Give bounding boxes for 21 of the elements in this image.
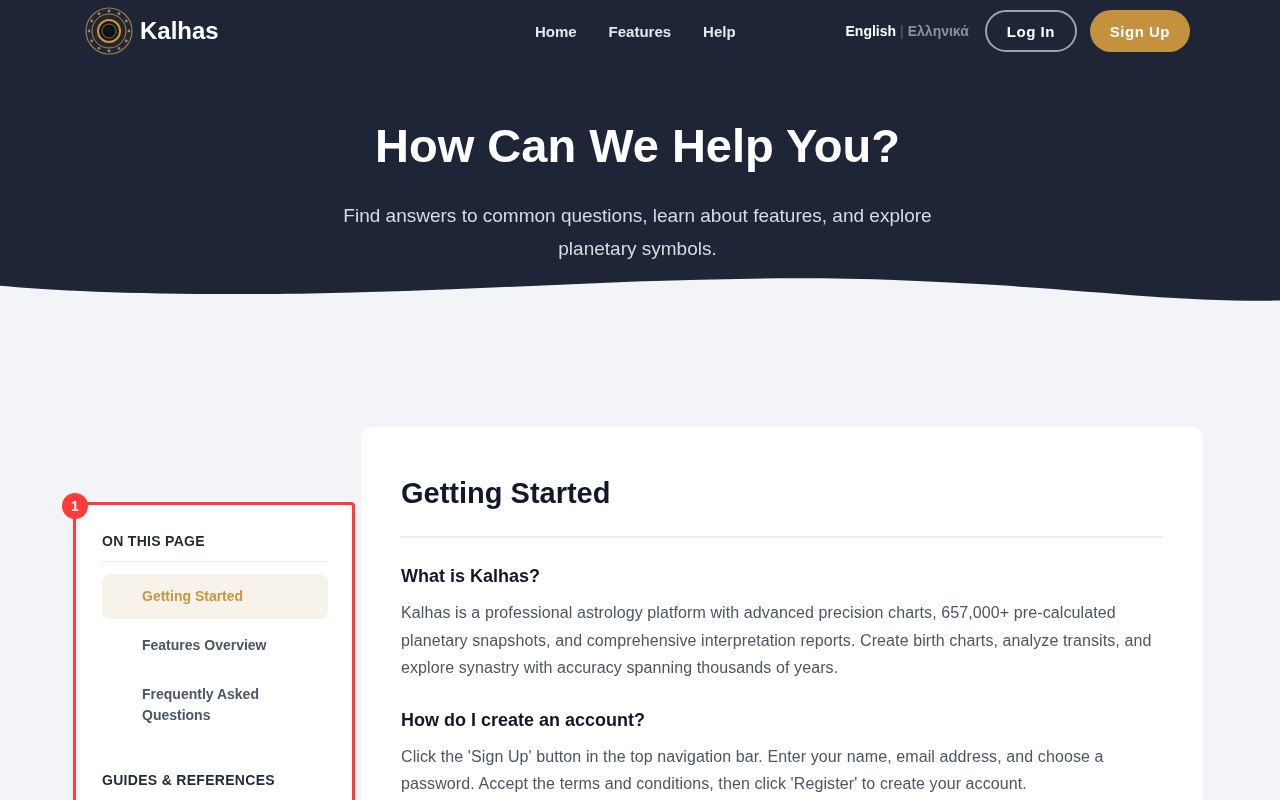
section-title: Getting Started [401,477,1163,538]
question-heading: What is Kalhas? [401,566,542,587]
section-heading: ON THIS PAGE [102,533,328,562]
nav-link[interactable]: Features [608,22,672,40]
language-separator: | [900,23,904,39]
hero-title: How Can We Help You? [375,118,900,173]
language-link[interactable]: Ελληνικά [907,23,969,39]
brand-name[interactable]: Kalhas [140,17,219,45]
annotation-badge: 1 [62,493,88,519]
zodiac-wheel-icon [85,7,133,55]
answer-text: Kalhas is a professional astrology platform with advanced precision charts, 657,000+ pre-calculated planetary snapshots, and comprehensive interpretation reports. Create birth charts, analyze transits, and explore synastry with accuracy spanning thousands of years. [401,603,1153,678]
answer-text: Click the 'Sign Up' button in the top navigation bar. Enter your name, email address, and choose a password. Accept the terms and conditions, then click 'Register' to create your account. [401,746,1105,794]
language-link[interactable]: English [845,23,897,39]
nav-link[interactable]: Home [534,22,577,40]
sidebar-link[interactable]: Frequently Asked Questions [102,672,328,738]
sidebar-link[interactable]: Features Overview [102,623,328,668]
question-heading: How do I create an account? [401,709,647,731]
nav-link[interactable]: Help [703,22,736,40]
log-in-button[interactable]: Log In [984,10,1077,52]
hero-subtitle: Find answers to common questions, learn about features, and explore planetary symbols. [342,204,933,261]
section-heading: GUIDES & REFERENCES [102,772,328,800]
